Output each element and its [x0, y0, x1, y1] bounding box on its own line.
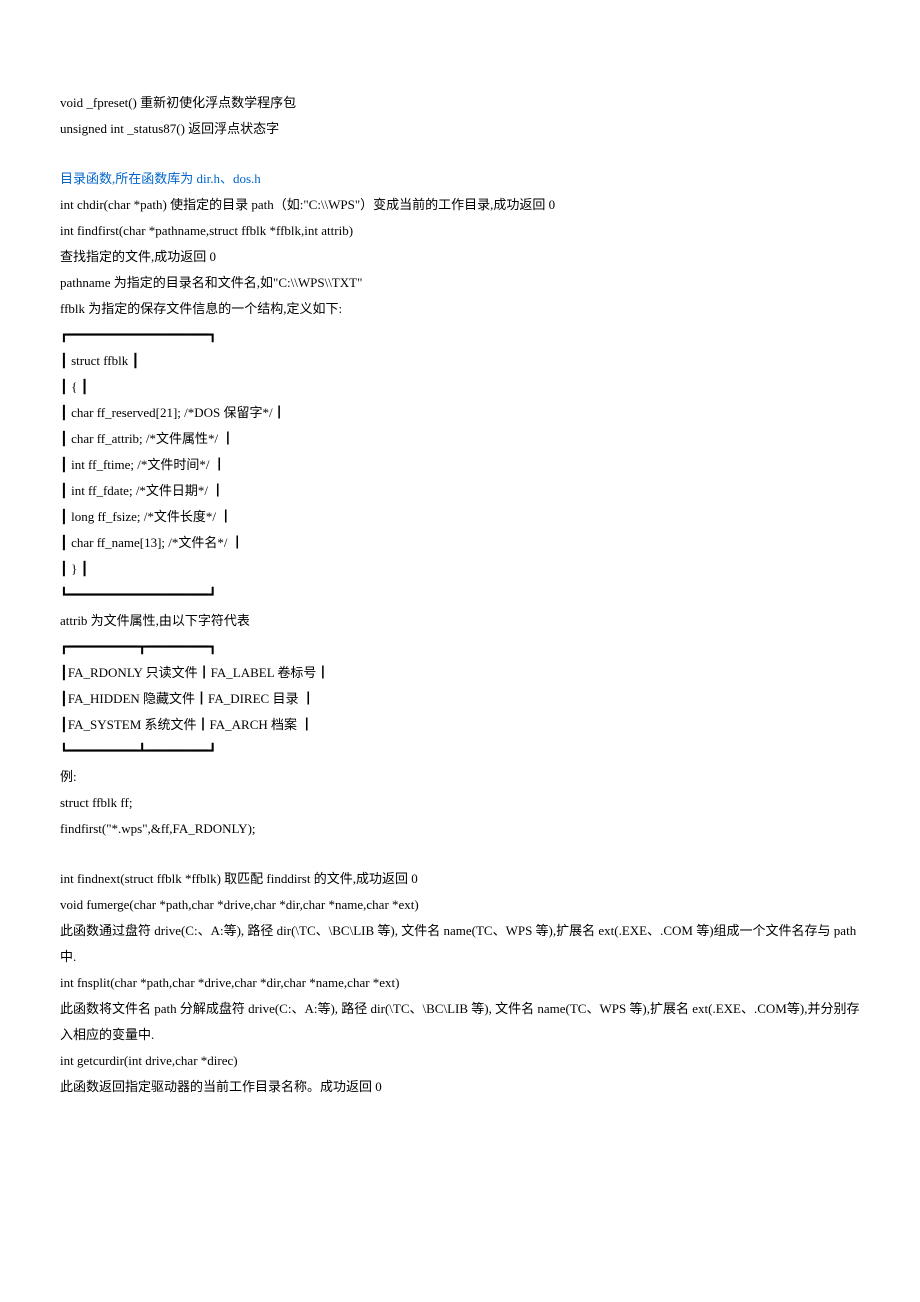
text-line: ┃ struct ffblk ┃ — [60, 348, 860, 374]
text-line: void fumerge(char *path,char *drive,char… — [60, 892, 860, 918]
text-line: unsigned int _status87() 返回浮点状态字 — [60, 116, 860, 142]
text-line: int getcurdir(int drive,char *direc) — [60, 1048, 860, 1074]
text-line: 此函数通过盘符 drive(C:、A:等), 路径 dir(\TC、\BC\LI… — [60, 918, 860, 970]
text-line: 此函数将文件名 path 分解成盘符 drive(C:、A:等), 路径 dir… — [60, 996, 860, 1048]
text-line: 此函数返回指定驱动器的当前工作目录名称。成功返回 0 — [60, 1074, 860, 1100]
document-body: void _fpreset() 重新初使化浮点数学程序包unsigned int… — [60, 90, 860, 1100]
text-line: struct ffblk ff; — [60, 790, 860, 816]
text-line: pathname 为指定的目录名和文件名,如"C:\\WPS\\TXT" — [60, 270, 860, 296]
text-line: ┃FA_HIDDEN 隐藏文件┃FA_DIREC 目录 ┃ — [60, 686, 860, 712]
text-line: ffblk 为指定的保存文件信息的一个结构,定义如下: — [60, 296, 860, 322]
text-line: int findnext(struct ffblk *ffblk) 取匹配 fi… — [60, 866, 860, 892]
text-line: ┏━━━━━━━━━━━━━━━━━━┓ — [60, 322, 860, 348]
text-line: ┃ } ┃ — [60, 556, 860, 582]
text-line: 查找指定的文件,成功返回 0 — [60, 244, 860, 270]
text-line: ┃ int ff_ftime; /*文件时间*/ ┃ — [60, 452, 860, 478]
text-line: ┗━━━━━━━━━━━━━━━━━━┛ — [60, 582, 860, 608]
text-line: int fnsplit(char *path,char *drive,char … — [60, 970, 860, 996]
text-line: ┃ char ff_name[13]; /*文件名*/ ┃ — [60, 530, 860, 556]
text-line: ┃ { ┃ — [60, 374, 860, 400]
text-line: int findfirst(char *pathname,struct ffbl… — [60, 218, 860, 244]
section-heading: 目录函数,所在函数库为 dir.h、dos.h — [60, 166, 860, 192]
text-line: 例: — [60, 764, 860, 790]
blank-line — [60, 842, 860, 866]
text-line: void _fpreset() 重新初使化浮点数学程序包 — [60, 90, 860, 116]
text-line: ┃ char ff_attrib; /*文件属性*/ ┃ — [60, 426, 860, 452]
text-line: ┃ int ff_fdate; /*文件日期*/ ┃ — [60, 478, 860, 504]
text-line: attrib 为文件属性,由以下字符代表 — [60, 608, 860, 634]
text-line: ┗━━━━━━━━━┻━━━━━━━━┛ — [60, 738, 860, 764]
blank-line — [60, 142, 860, 166]
text-line: ┃ char ff_reserved[21]; /*DOS 保留字*/┃ — [60, 400, 860, 426]
text-line: ┏━━━━━━━━━┳━━━━━━━━┓ — [60, 634, 860, 660]
text-line: int chdir(char *path) 使指定的目录 path（如:"C:\… — [60, 192, 860, 218]
text-line: ┃FA_RDONLY 只读文件┃FA_LABEL 卷标号┃ — [60, 660, 860, 686]
text-line: ┃ long ff_fsize; /*文件长度*/ ┃ — [60, 504, 860, 530]
text-line: ┃FA_SYSTEM 系统文件┃FA_ARCH 档案 ┃ — [60, 712, 860, 738]
text-line: findfirst("*.wps",&ff,FA_RDONLY); — [60, 816, 860, 842]
